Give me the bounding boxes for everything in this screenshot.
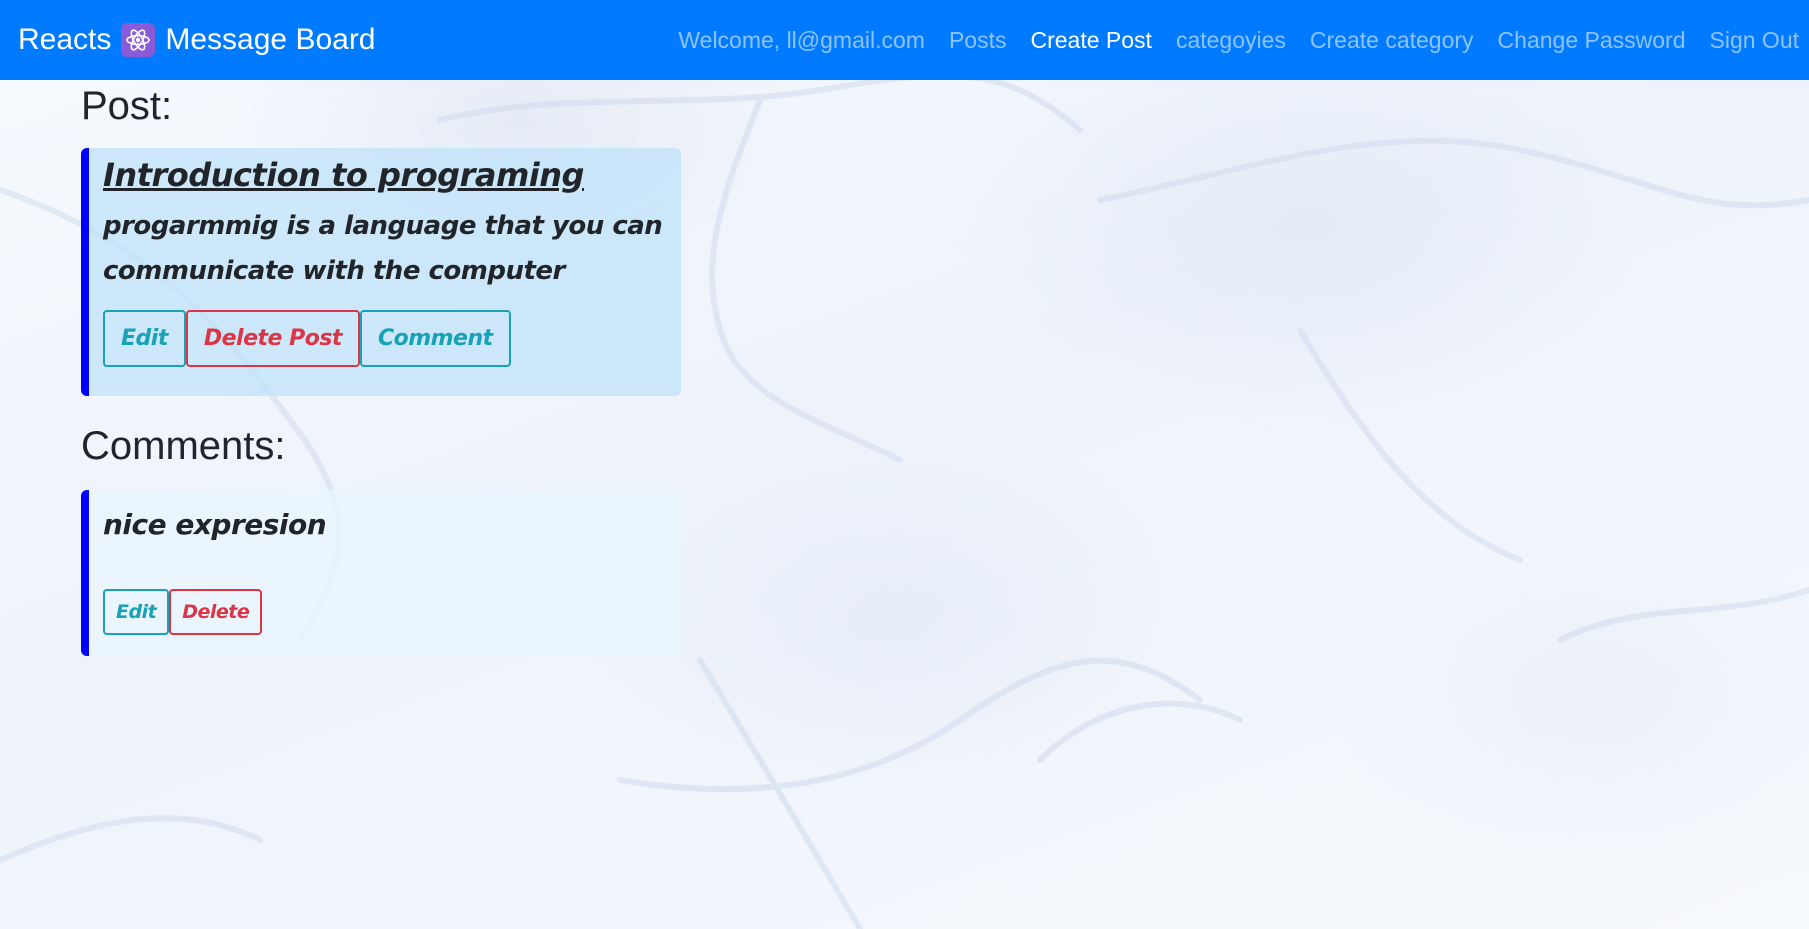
top-navbar: Reacts Message Board Welcome, ll@gmail.c… — [0, 0, 1809, 80]
edit-post-button[interactable]: Edit — [103, 310, 186, 367]
comments-heading: Comments: — [81, 424, 286, 468]
main-content: Post: Introduction to programing progarm… — [0, 80, 681, 656]
brand-prefix: Reacts — [18, 23, 112, 56]
edit-comment-button[interactable]: Edit — [103, 589, 170, 635]
nav-welcome-user[interactable]: Welcome, ll@gmail.com — [678, 27, 925, 54]
comment-text: nice expresion — [103, 508, 327, 541]
post-title: Introduction to programing — [103, 156, 584, 194]
nav-categories[interactable]: categoyies — [1176, 27, 1286, 54]
nav-create-category[interactable]: Create category — [1310, 27, 1474, 54]
nav-create-post[interactable]: Create Post — [1030, 27, 1151, 54]
nav-change-password[interactable]: Change Password — [1498, 27, 1686, 54]
react-atom-icon — [121, 23, 156, 57]
brand-link[interactable]: Reacts Message Board — [18, 23, 376, 57]
post-actions: Edit Delete Post Comment — [103, 310, 667, 367]
delete-comment-button[interactable]: Delete — [169, 589, 263, 635]
post-card: Introduction to programing progarmmig is… — [81, 148, 681, 396]
brand-suffix: Message Board — [165, 23, 376, 56]
nav-posts[interactable]: Posts — [949, 27, 1007, 54]
post-heading: Post: — [81, 84, 173, 128]
comment-actions: Edit Delete — [103, 589, 667, 635]
nav-sign-out[interactable]: Sign Out — [1710, 27, 1800, 54]
nav-links: Welcome, ll@gmail.com Posts Create Post … — [678, 27, 1809, 54]
comment-card: nice expresion Edit Delete — [81, 490, 681, 656]
delete-post-button[interactable]: Delete Post — [185, 310, 360, 367]
comment-button[interactable]: Comment — [359, 310, 511, 367]
post-body: progarmmig is a language that you can co… — [103, 211, 663, 286]
